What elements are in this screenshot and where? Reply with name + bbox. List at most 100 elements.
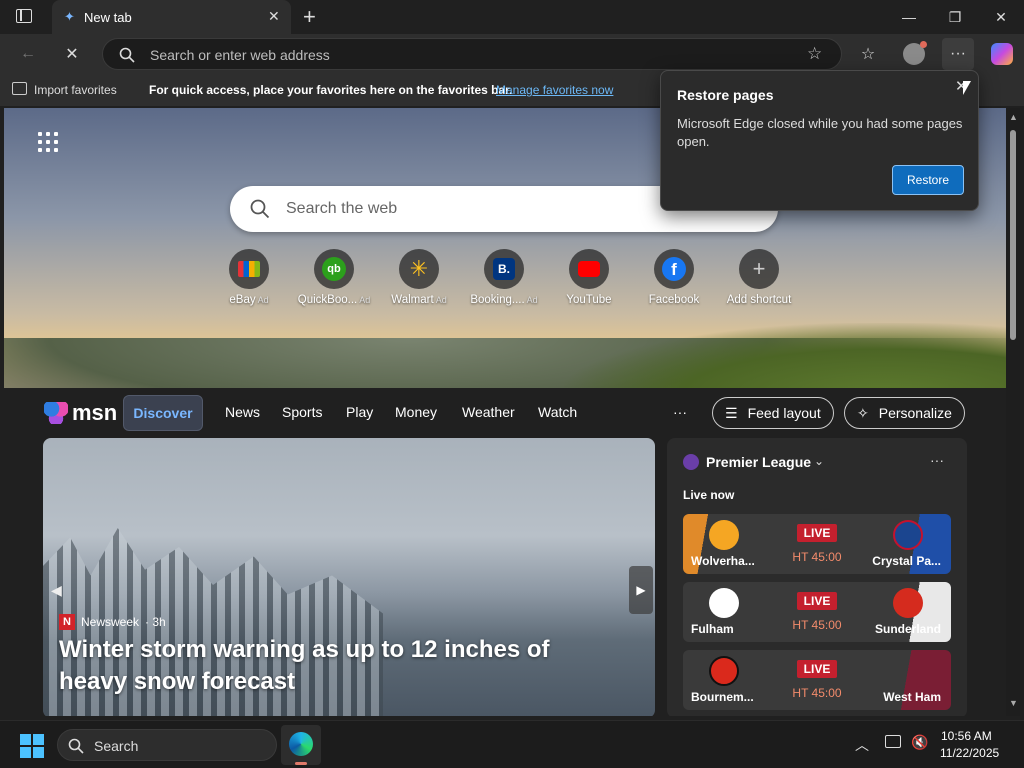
chevron-down-icon[interactable]: ⌄ [814,454,824,468]
match-row[interactable]: LIVE HT 45:00 Wolverha... Crystal Pa... [683,514,951,574]
volume-muted-icon[interactable]: 🔇 [911,734,928,751]
crystal-palace-crest-icon [893,520,923,550]
tab-play[interactable]: Play [346,404,373,420]
live-badge: LIVE [797,660,837,678]
address-bar[interactable]: Search or enter web address ☆ [102,38,842,70]
nav-more-button[interactable]: ··· [673,404,687,420]
tab-actions-icon[interactable] [16,9,32,23]
tab-weather[interactable]: Weather [462,404,515,420]
import-favorites-link[interactable]: Import favorites [34,83,117,97]
hero-headline[interactable]: Winter storm warning as up to 12 inches … [59,634,619,698]
title-bar: ✦ New tab ✕ + — ❐ ✕ [0,0,1024,34]
scroll-up-icon[interactable]: ▲ [1009,112,1018,122]
tab-discover-label: Discover [133,405,193,421]
away-team: Crystal Pa... [872,554,941,568]
shortcut-label: eBay [229,294,256,306]
live-badge: LIVE [797,592,837,610]
settings-more-button[interactable]: ··· [942,38,974,70]
clock-time[interactable]: 10:56 AM [941,729,992,743]
shortcut-label: QuickBoo... [297,294,358,306]
hero-source-name: Newsweek [81,615,140,629]
taskbar-search[interactable]: Search [57,729,277,761]
close-tab-icon[interactable]: ✕ [268,8,280,25]
shortcut-facebook[interactable]: f Facebook [634,249,714,306]
ad-badge: Ad [359,295,371,305]
personalize-label: Personalize [878,405,952,421]
copilot-icon[interactable] [986,38,1018,70]
restore-button[interactable]: Restore [892,165,964,195]
scroll-down-icon[interactable]: ▼ [1009,698,1018,708]
clock-date[interactable]: 11/22/2025 [940,746,999,760]
manage-favorites-link[interactable]: Manage favorites now [496,83,613,97]
msn-butterfly-icon [44,402,68,424]
msn-feed: msn Discover News Sports Play Money Weat… [4,388,1006,716]
restore-window-button[interactable]: ❐ [932,0,978,34]
app-launcher-icon[interactable] [38,132,58,152]
search-icon [68,738,84,754]
shortcut-label: Add shortcut [726,294,792,306]
wolves-crest-icon [709,520,739,550]
msn-logo[interactable]: msn [44,400,117,426]
home-team: Bournem... [691,690,754,704]
sunderland-crest-icon [893,588,923,618]
favorites-icon[interactable]: ☆ [852,38,884,70]
taskbar-search-label: Search [94,738,139,754]
hero-source: N Newsweek · 3h [59,614,166,630]
profile-avatar[interactable] [898,38,930,70]
walmart-icon: ✳ [399,249,439,289]
address-placeholder: Search or enter web address [150,47,330,63]
tab-watch[interactable]: Watch [538,404,577,420]
tab-sports[interactable]: Sports [282,404,322,420]
match-row[interactable]: LIVE HT 45:00 Fulham Sunderland [683,582,951,642]
shortcut-booking[interactable]: B. Booking.... Ad [464,249,544,306]
stop-loading-button[interactable]: ✕ [56,38,88,70]
shortcut-label: Booking.... [470,294,525,306]
carousel-prev-icon[interactable]: ◀ [51,582,62,599]
scrollbar-thumb[interactable] [1010,130,1016,340]
page-scrollbar[interactable]: ▲ ▼ [1006,108,1020,716]
show-hidden-icons-chevron[interactable]: ︿ [855,735,869,755]
search-icon [250,199,270,219]
search-placeholder: Search the web [286,200,398,217]
premier-league-icon [683,454,699,470]
edge-taskbar-button[interactable] [281,725,321,765]
windows-start-icon[interactable] [20,734,44,758]
new-tab-button[interactable]: + [303,4,316,30]
league-name[interactable]: Premier League [706,454,811,470]
personalize-icon: ✧ [857,404,869,421]
shortcut-ebay[interactable]: eBay Ad [209,249,289,306]
favorite-star-icon[interactable]: ☆ [807,44,822,64]
personalize-button[interactable]: ✧ Personalize [844,397,965,429]
hero-source-age: · 3h [145,615,166,629]
edge-icon [289,732,313,756]
back-button[interactable]: ← [12,38,44,70]
feed-layout-button[interactable]: ☰ Feed layout [712,397,834,429]
add-shortcut-button[interactable]: + Add shortcut [719,249,799,306]
tab-money[interactable]: Money [395,404,437,420]
taskbar: Search ︿ 🔇 10:56 AM 11/22/2025 [0,720,1024,768]
league-more-button[interactable]: ··· [930,452,944,468]
tab-news[interactable]: News [225,404,260,420]
match-time: HT 45:00 [792,618,842,632]
shortcut-walmart[interactable]: ✳ Walmart Ad [379,249,459,306]
popup-message: Microsoft Edge closed while you had some… [677,116,963,149]
tab-new-tab[interactable]: ✦ New tab ✕ [52,0,291,34]
premier-league-card: Premier League ⌄ ··· Live now LIVE HT 45… [667,438,967,716]
shortcut-quickbooks[interactable]: qb QuickBoo... Ad [294,249,374,306]
network-icon[interactable] [885,735,901,748]
tab-discover[interactable]: Discover [123,395,203,431]
ad-badge: Ad [526,295,538,305]
youtube-icon [569,249,609,289]
home-team: Fulham [691,622,734,636]
live-badge: LIVE [797,524,837,542]
minimize-button[interactable]: — [886,0,932,34]
home-team: Wolverha... [691,554,755,568]
newtab-icon: ✦ [64,9,75,24]
shortcut-youtube[interactable]: YouTube [549,249,629,306]
carousel-next-button[interactable]: ▶ [629,566,653,614]
hero-story-card[interactable]: ◀ ▶ N Newsweek · 3h Winter storm warning… [43,438,655,716]
close-window-button[interactable]: ✕ [978,0,1024,34]
match-row[interactable]: LIVE HT 45:00 Bournem... West Ham [683,650,951,710]
shortcut-label: YouTube [566,294,612,306]
import-favorites-icon [12,82,27,95]
